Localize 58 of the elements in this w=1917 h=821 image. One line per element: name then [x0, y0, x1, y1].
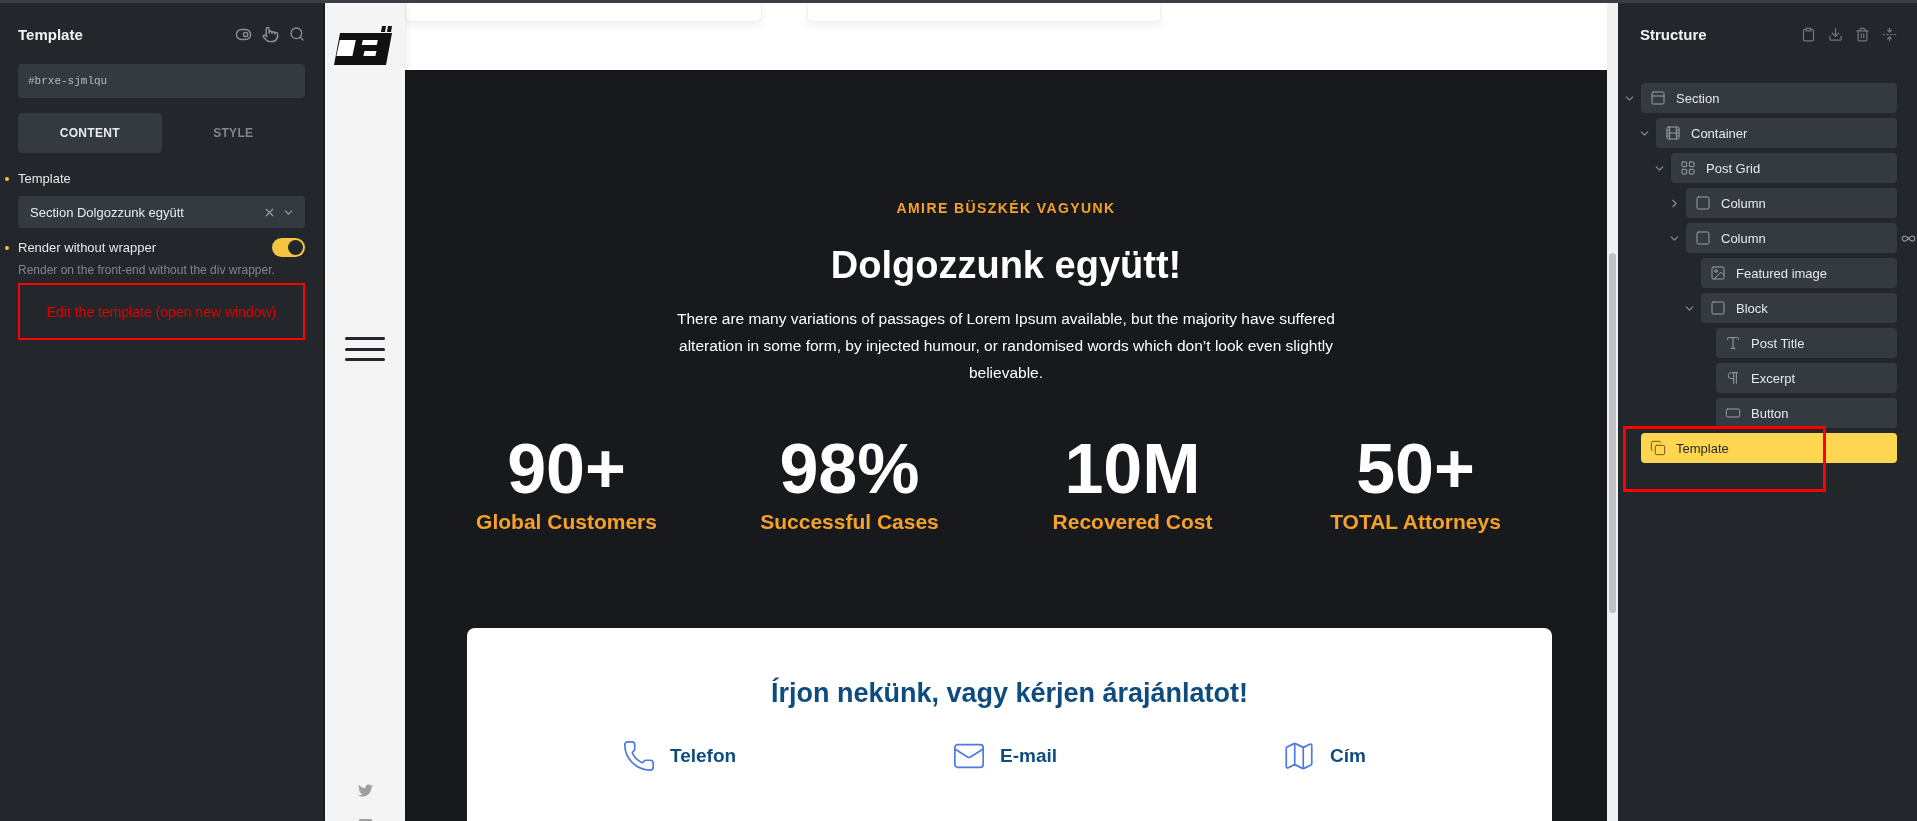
- film-icon: [1665, 125, 1681, 141]
- panel-tab[interactable]: CONTENT: [18, 113, 162, 153]
- structure-item[interactable]: Button: [1716, 398, 1897, 428]
- structure-item[interactable]: Block: [1701, 293, 1897, 323]
- stat-label: TOTAL Attorneys: [1330, 510, 1501, 534]
- bullet-dot: [5, 176, 9, 181]
- panel-title: Template: [18, 25, 83, 43]
- structure-item[interactable]: Post Title: [1716, 328, 1897, 358]
- square-icon: [1695, 195, 1711, 211]
- hand-pointer-icon[interactable]: [262, 25, 279, 43]
- window-icon: [1650, 90, 1666, 106]
- clipboard-icon[interactable]: [1801, 26, 1816, 42]
- template-select[interactable]: Section Dolgozzunk együtt: [18, 196, 305, 228]
- trash-icon[interactable]: [1855, 26, 1870, 42]
- structure-item[interactable]: Section: [1641, 83, 1897, 113]
- stat-label: Recovered Cost: [1052, 510, 1213, 534]
- contact-label: Telefon: [670, 745, 737, 767]
- field-label: Render without wrapper: [18, 240, 157, 255]
- bullet-dot: [5, 245, 9, 250]
- search-icon[interactable]: [289, 25, 305, 42]
- structure-item[interactable]: Excerpt: [1716, 363, 1897, 393]
- field-description: Render on the front-end without the div wrapper.: [18, 263, 276, 277]
- rectangle-icon: [1725, 405, 1741, 421]
- toggle-switch[interactable]: [272, 238, 305, 257]
- element-id-field[interactable]: #brxe-sjmlqu: [18, 64, 305, 98]
- structure-item[interactable]: Post Grid: [1671, 153, 1897, 183]
- menu-icon[interactable]: [345, 337, 385, 361]
- stat-value: 50+: [1356, 430, 1475, 508]
- structure-item[interactable]: Container: [1656, 118, 1897, 148]
- field-label: Template: [18, 171, 71, 186]
- structure-item[interactable]: Template: [1641, 433, 1897, 463]
- section-paragraph: There are many variations of passages of Lorem Ipsum available, but the majority have suffered alteration in some form, by injected humour, or randomised words which don’t look even slightly believable.: [676, 309, 1336, 383]
- pilcrow-icon: [1725, 370, 1741, 386]
- structure-item[interactable]: Featured image: [1701, 258, 1897, 288]
- contact-heading: Írjon nekünk, vagy kérjen árajánlatot!: [770, 678, 1249, 709]
- panel-tab[interactable]: STYLE: [161, 113, 305, 153]
- stat-label: Global Customers: [476, 510, 657, 534]
- square-icon: [1695, 230, 1711, 246]
- stat-value: 98%: [779, 430, 920, 508]
- download-icon[interactable]: [1828, 26, 1843, 42]
- scrollbar[interactable]: [1607, 3, 1618, 821]
- stat-value: 10M: [1064, 430, 1201, 508]
- bird-icon[interactable]: [357, 783, 373, 798]
- section-heading: Dolgozzunk együtt!: [830, 244, 1182, 287]
- stat-label: Successful Cases: [760, 510, 939, 534]
- copy-icon: [1650, 440, 1666, 456]
- phone-icon: [622, 739, 656, 773]
- letter-t-icon: [1725, 335, 1741, 351]
- stat-value: 90+: [507, 430, 626, 508]
- contact-label: Cím: [1330, 745, 1366, 767]
- section-eyebrow: AMIRE BÜSZKÉK VAGYUNK: [896, 200, 1116, 216]
- collapse-icon[interactable]: [1882, 26, 1897, 42]
- contact-label: E-mail: [1000, 745, 1058, 767]
- square-icon: [1710, 300, 1726, 316]
- panel-title: Structure: [1640, 25, 1707, 43]
- grid-icon: [1680, 160, 1696, 176]
- image-icon: [1710, 265, 1726, 281]
- structure-item[interactable]: Column: [1686, 188, 1897, 218]
